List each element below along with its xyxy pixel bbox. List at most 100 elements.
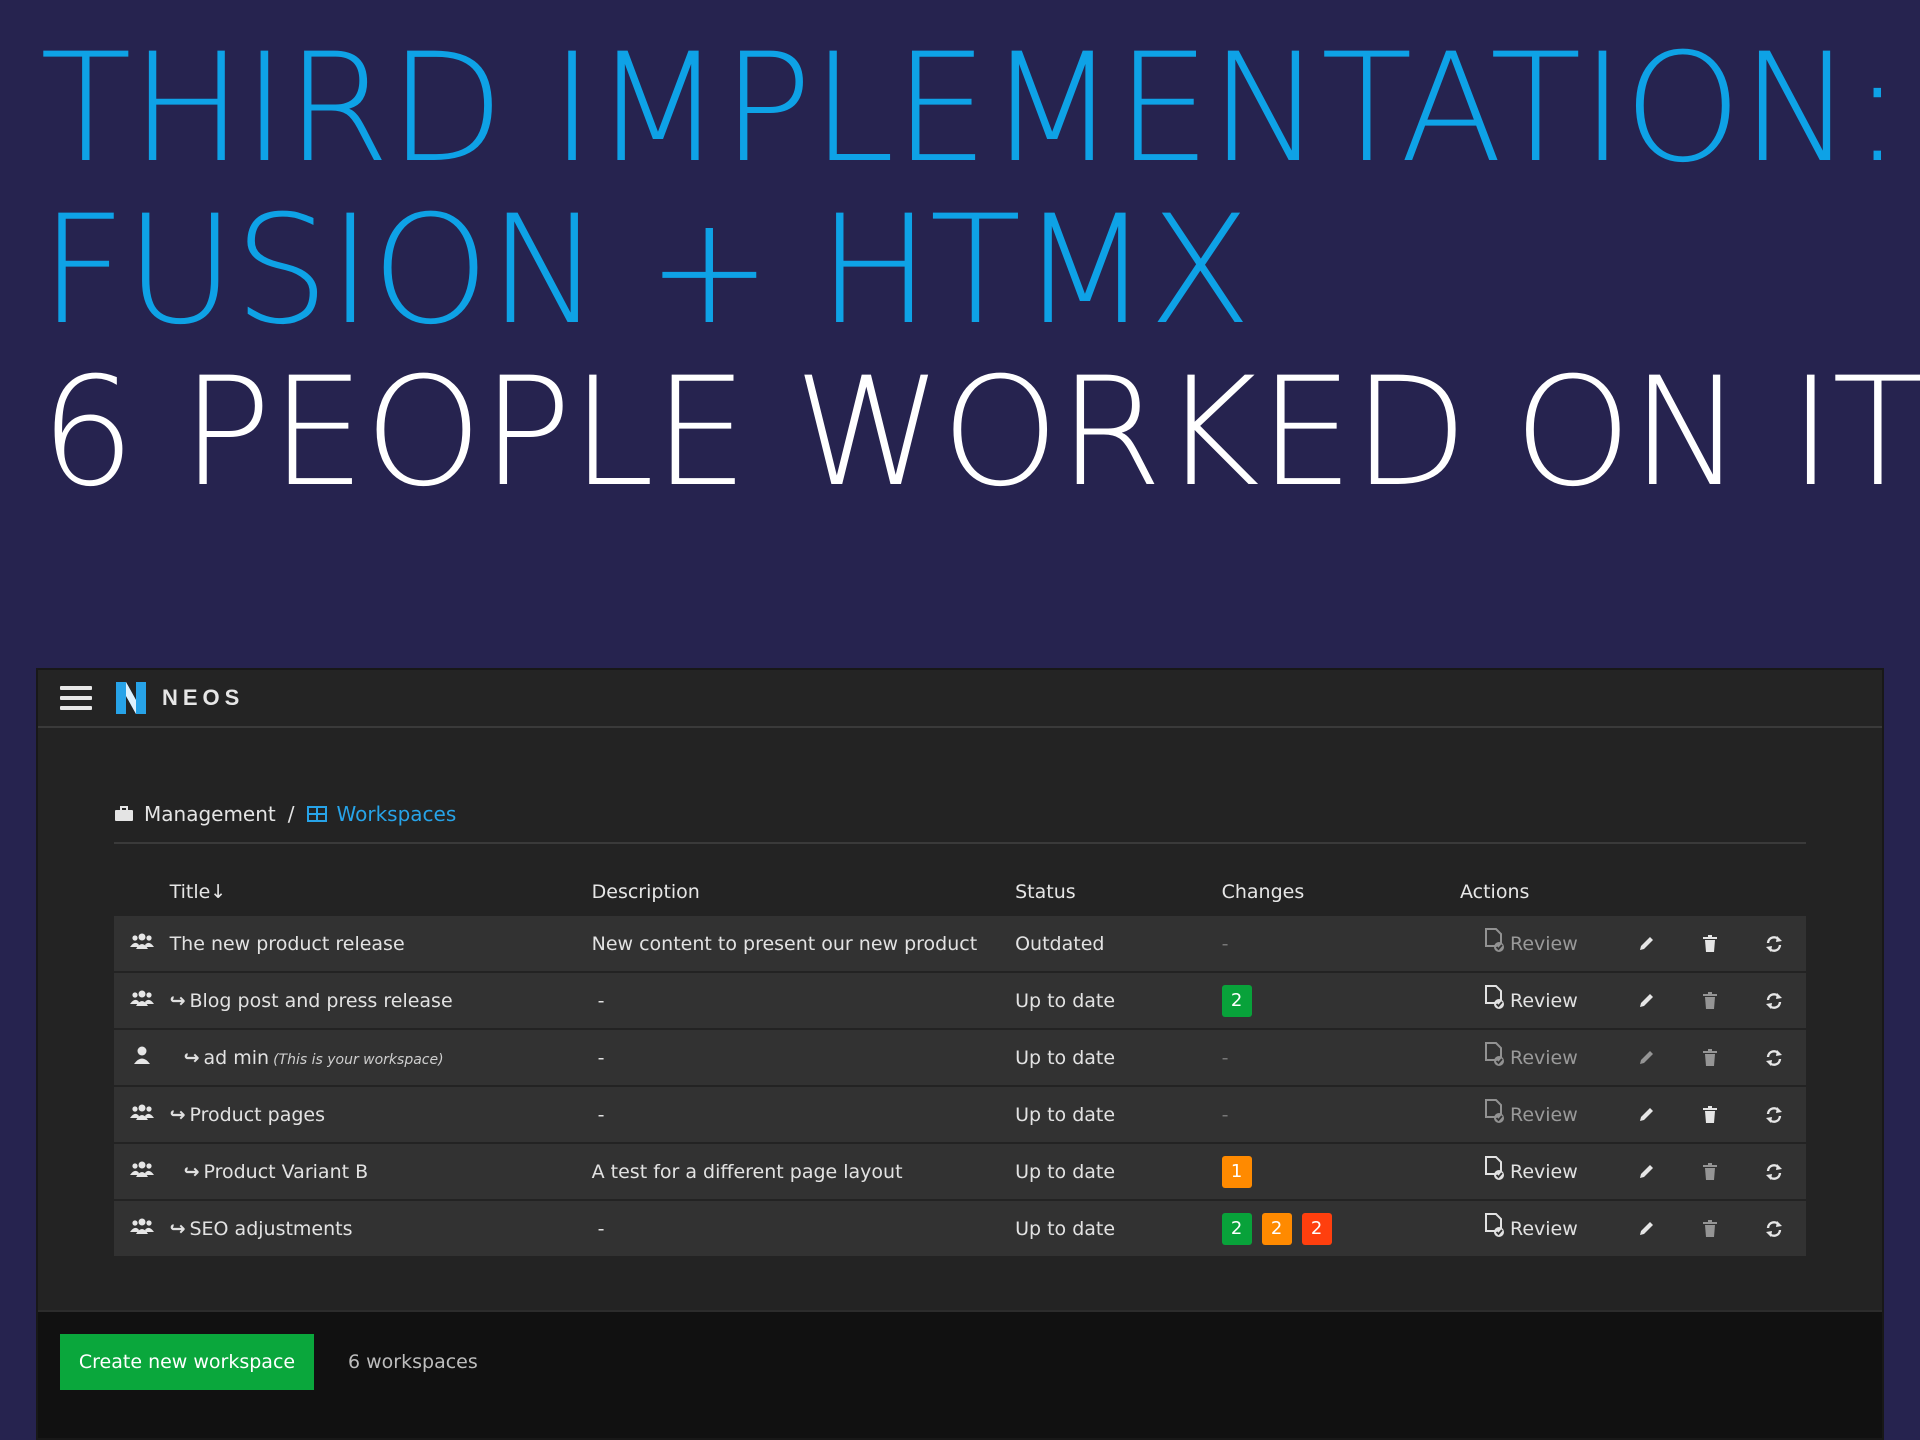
table-row[interactable]: The new product release New content to p… xyxy=(114,916,1806,971)
edit-icon[interactable] xyxy=(1614,992,1678,1010)
workspaces-table: Title↓ Description Status Changes Action… xyxy=(114,868,1806,1258)
breadcrumb-management[interactable]: Management xyxy=(144,802,276,826)
sync-icon[interactable] xyxy=(1742,1163,1806,1181)
changes-none: - xyxy=(1221,1103,1229,1126)
breadcrumb-workspaces[interactable]: Workspaces xyxy=(337,802,457,826)
menu-icon[interactable] xyxy=(60,686,92,710)
nested-arrow-icon: ↪ xyxy=(169,1103,186,1126)
nested-arrow-icon: ↪ xyxy=(169,989,186,1012)
delete-icon[interactable] xyxy=(1678,934,1742,953)
changes-none: - xyxy=(1221,1046,1229,1069)
header-title-label: Title xyxy=(169,881,211,903)
review-label: Review xyxy=(1510,1046,1578,1069)
delete-icon[interactable] xyxy=(1678,1162,1742,1181)
sync-icon[interactable] xyxy=(1742,1106,1806,1124)
title-cell: ↪ Product Variant B xyxy=(169,1144,592,1199)
edit-icon[interactable] xyxy=(1614,935,1678,953)
group-icon xyxy=(129,1218,154,1240)
review-button[interactable]: Review xyxy=(1484,1213,1614,1244)
review-icon xyxy=(1484,1099,1510,1130)
own-workspace-note: (This is your workspace) xyxy=(273,1051,444,1068)
table-row[interactable]: ↪ ad min (This is your workspace) - Up to … xyxy=(114,1030,1806,1085)
status-cell: Up to date xyxy=(1015,1201,1222,1256)
status-cell: Up to date xyxy=(1015,973,1222,1028)
workspace-description: - xyxy=(597,1217,605,1240)
header-status: Status xyxy=(1015,881,1076,903)
edit-icon[interactable] xyxy=(1614,1163,1678,1181)
workspace-status: Up to date xyxy=(1015,1103,1116,1126)
group-icon xyxy=(129,933,154,955)
changes-cell: 222 xyxy=(1221,1201,1460,1256)
workspace-description: - xyxy=(597,1046,605,1069)
workspace-title: The new product release xyxy=(169,932,405,955)
actions-cell: Review xyxy=(1460,1201,1806,1256)
review-button[interactable]: Review xyxy=(1484,1156,1614,1187)
status-cell: Up to date xyxy=(1015,1087,1222,1142)
header-title[interactable]: Title↓ xyxy=(170,870,592,914)
table-row[interactable]: ↪ Product Variant B A test for a differen… xyxy=(114,1144,1806,1199)
sync-icon[interactable] xyxy=(1742,935,1806,953)
workspace-description: A test for a different page layout xyxy=(591,1160,903,1183)
review-label: Review xyxy=(1510,989,1578,1012)
workspace-status: Up to date xyxy=(1015,1160,1116,1183)
title-cell: ↪ ad min (This is your workspace) xyxy=(169,1030,592,1085)
table-header-row: Title↓ Description Status Changes Action… xyxy=(114,870,1806,914)
review-label: Review xyxy=(1510,1103,1578,1126)
title-line-1: THIRD IMPLEMENTATION: xyxy=(40,22,1903,196)
workspace-title: ad min xyxy=(203,1046,270,1069)
changes-cell: - xyxy=(1221,1030,1460,1085)
title-cell: ↪ Blog post and press release xyxy=(169,973,592,1028)
grid-icon xyxy=(306,806,327,822)
review-label: Review xyxy=(1510,1160,1578,1183)
sync-icon[interactable] xyxy=(1742,1049,1806,1067)
description-cell: - xyxy=(591,1201,1016,1256)
title-line-3: 6 PEOPLE WORKED ON IT! xyxy=(40,346,1920,520)
description-cell: - xyxy=(591,1087,1016,1142)
actions-cell: Review xyxy=(1460,973,1806,1028)
edit-icon[interactable] xyxy=(1614,1220,1678,1238)
review-button[interactable]: Review xyxy=(1484,928,1614,959)
edit-icon[interactable] xyxy=(1614,1049,1678,1067)
title-cell: ↪ Product pages xyxy=(169,1087,592,1142)
status-cell: Outdated xyxy=(1015,916,1222,971)
header-description: Description xyxy=(591,881,700,903)
description-cell: - xyxy=(591,1030,1016,1085)
review-icon xyxy=(1484,985,1510,1016)
workspace-title: Blog post and press release xyxy=(189,989,453,1012)
delete-icon[interactable] xyxy=(1678,991,1742,1010)
status-cell: Up to date xyxy=(1015,1030,1222,1085)
owner-cell xyxy=(114,1144,170,1199)
changes-cell: 2 xyxy=(1221,973,1460,1028)
edit-icon[interactable] xyxy=(1614,1106,1678,1124)
review-icon xyxy=(1484,1213,1510,1244)
header-icon-column xyxy=(114,870,170,914)
review-button[interactable]: Review xyxy=(1484,985,1614,1016)
delete-icon[interactable] xyxy=(1678,1219,1742,1238)
title-cell: ↪ SEO adjustments xyxy=(169,1201,592,1256)
review-button[interactable]: Review xyxy=(1484,1099,1614,1130)
actions-cell: Review xyxy=(1460,1144,1806,1199)
table-row[interactable]: ↪ Product pages - Up to date - Review xyxy=(114,1087,1806,1142)
description-cell: New content to present our new product xyxy=(591,916,1016,971)
create-workspace-button[interactable]: Create new workspace xyxy=(60,1334,314,1390)
sync-icon[interactable] xyxy=(1742,992,1806,1010)
workspace-status: Up to date xyxy=(1015,1217,1116,1240)
group-icon xyxy=(129,990,154,1012)
sort-icon[interactable]: ↓ xyxy=(210,881,226,903)
description-cell: A test for a different page layout xyxy=(591,1144,1016,1199)
neos-logo-icon xyxy=(116,682,146,714)
review-label: Review xyxy=(1510,1217,1578,1240)
actions-cell: Review xyxy=(1460,1030,1806,1085)
owner-cell xyxy=(114,1030,170,1085)
table-row[interactable]: ↪ Blog post and press release - Up to dat… xyxy=(114,973,1806,1028)
header-actions: Actions xyxy=(1460,881,1530,903)
nested-arrow-icon: ↪ xyxy=(169,1217,186,1240)
delete-icon[interactable] xyxy=(1678,1048,1742,1067)
brand-name: NEOS xyxy=(162,685,245,710)
table-row[interactable]: ↪ SEO adjustments - Up to date 222 Review xyxy=(114,1201,1806,1256)
delete-icon[interactable] xyxy=(1678,1105,1742,1124)
change-count-badge: 2 xyxy=(1261,1212,1292,1245)
sync-icon[interactable] xyxy=(1742,1220,1806,1238)
review-button[interactable]: Review xyxy=(1484,1042,1614,1073)
workspace-description: - xyxy=(597,1103,605,1126)
